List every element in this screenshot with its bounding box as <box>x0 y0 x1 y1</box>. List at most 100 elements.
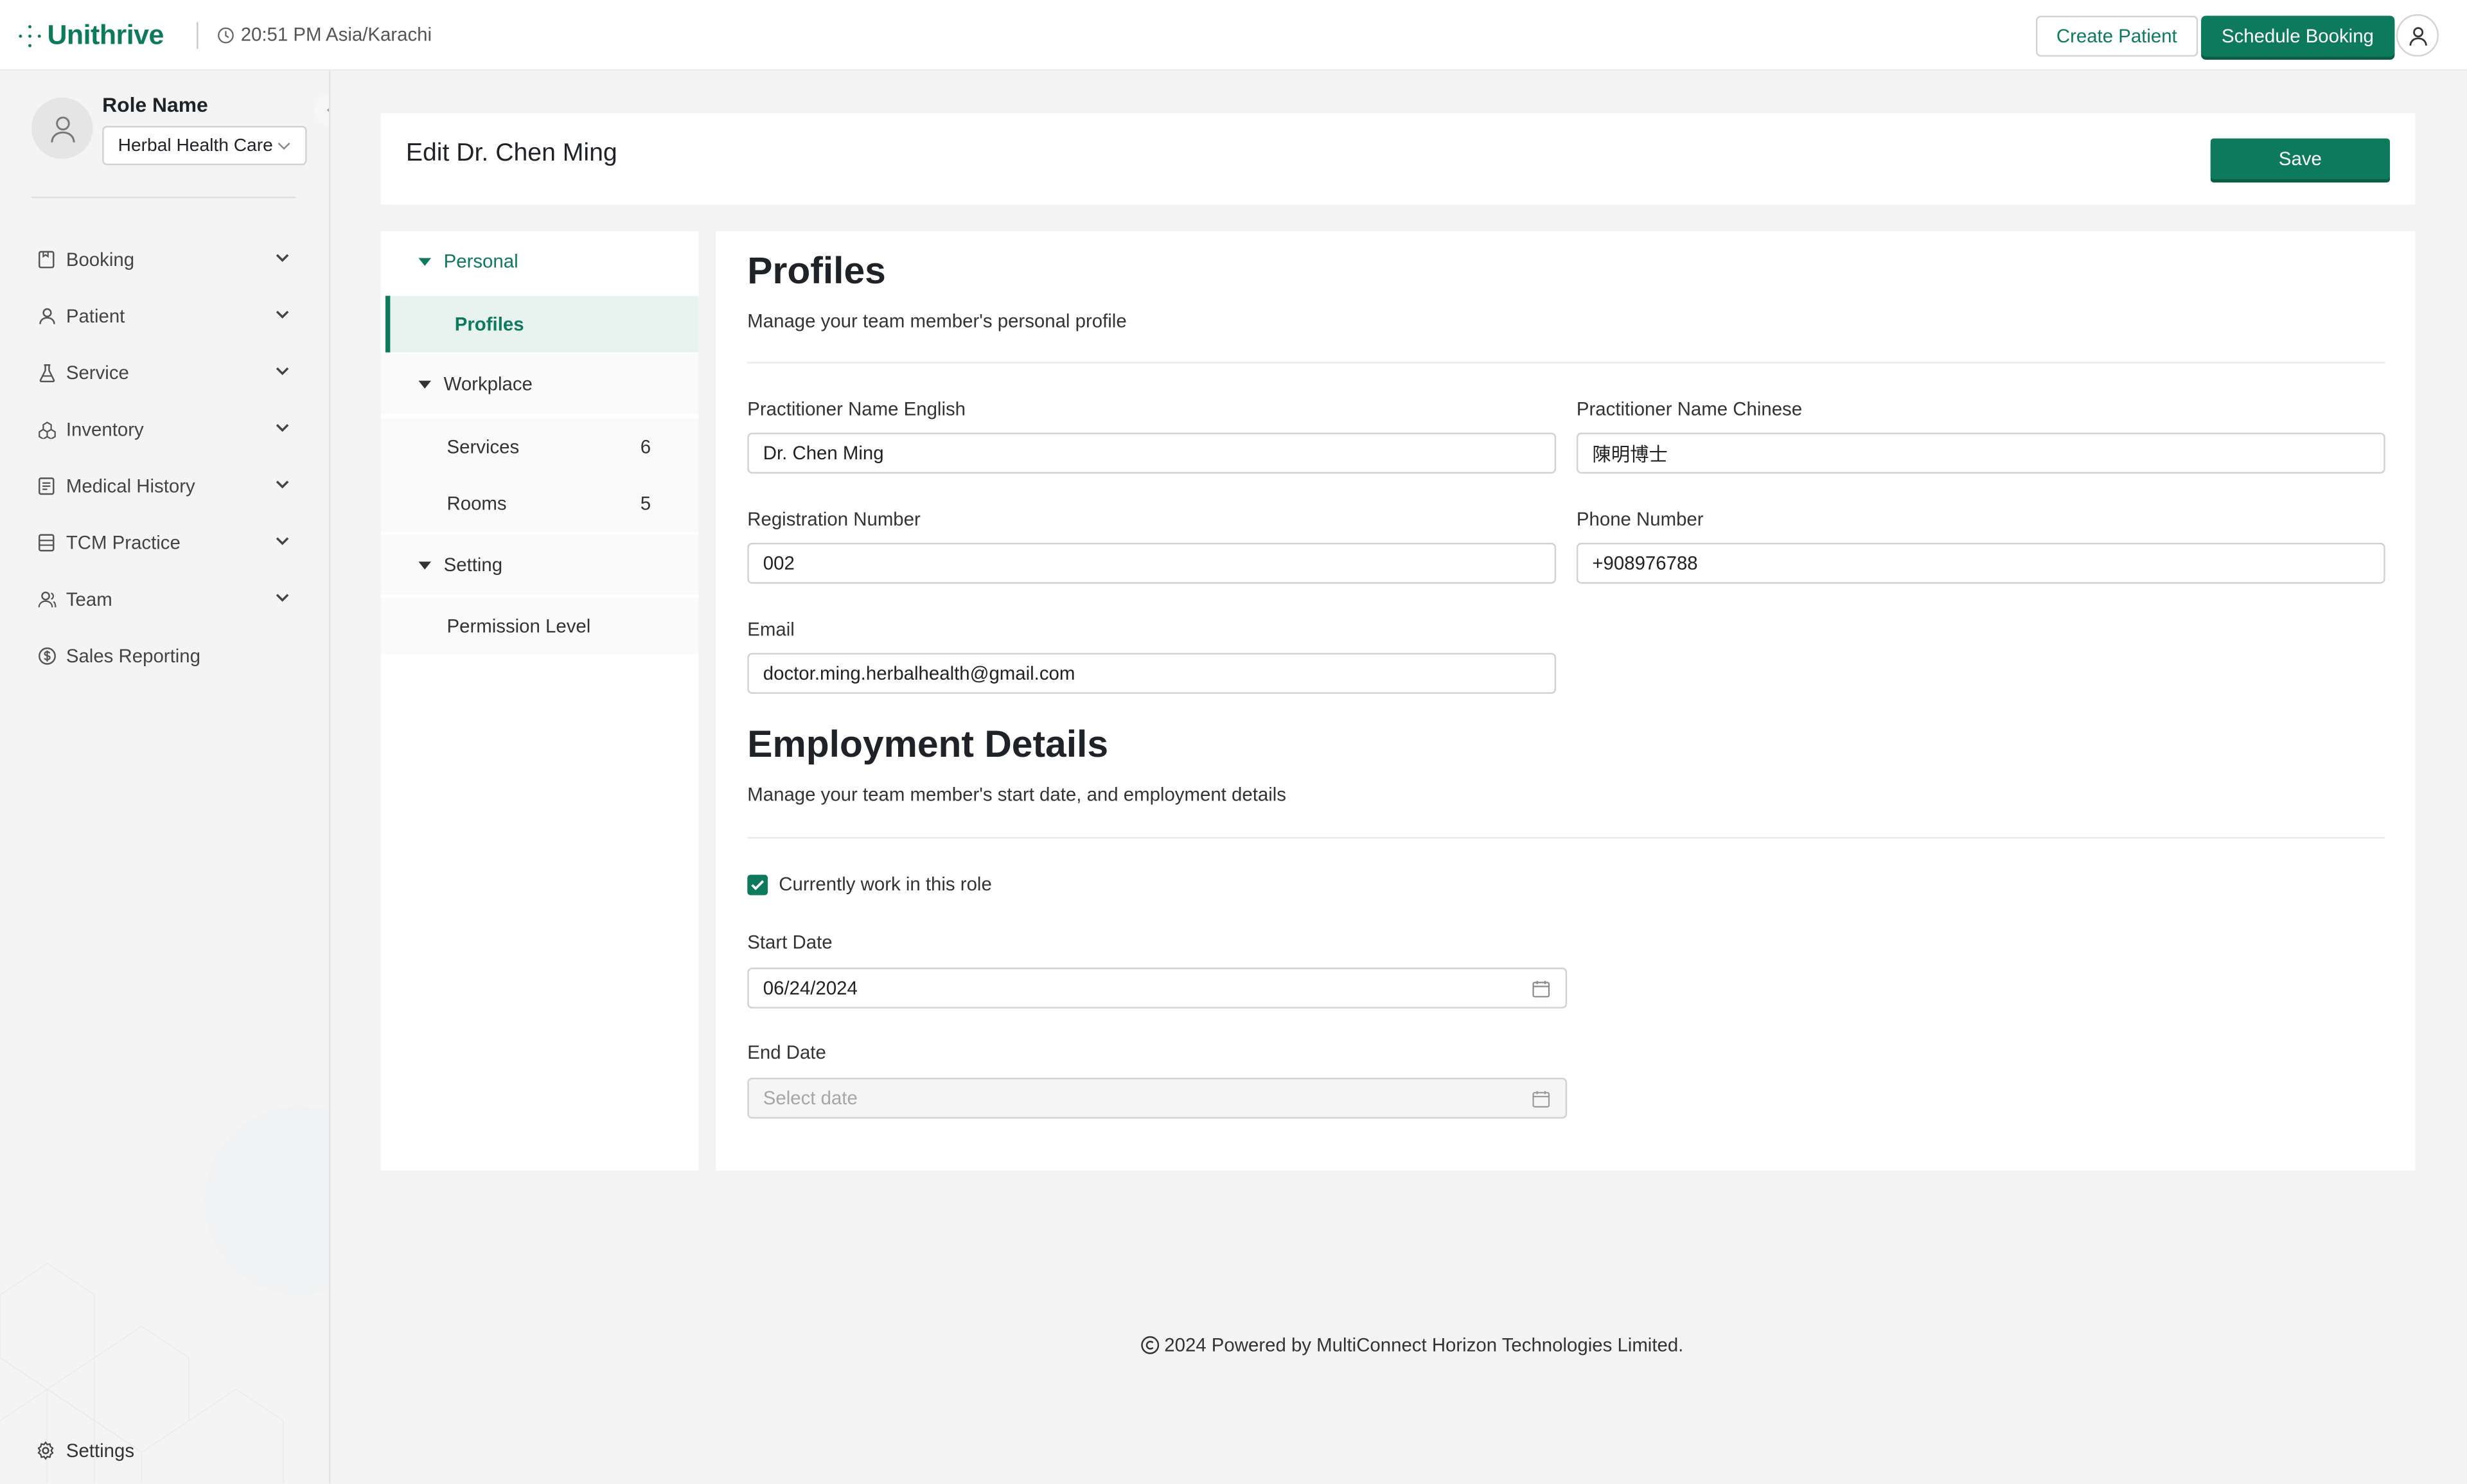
chevron-down-icon <box>278 141 290 149</box>
name-chinese-label: Practitioner Name Chinese <box>1576 398 1803 420</box>
sidebar-settings[interactable]: Settings <box>36 1440 134 1462</box>
sidebar-item-label: Team <box>66 588 112 611</box>
copyright-icon <box>1141 1336 1160 1354</box>
services-count: 6 <box>640 436 651 458</box>
current-role-checkbox-row[interactable]: Currently work in this role <box>747 873 992 895</box>
sidebar-item-label: Patient <box>66 305 125 328</box>
section-group-personal[interactable]: Personal <box>380 231 699 292</box>
time-text: 20:51 PM Asia/Karachi <box>240 23 432 46</box>
avatar-user-icon <box>50 116 75 142</box>
sidebar-item-label: Sales Reporting <box>66 645 200 667</box>
clinic-select[interactable]: Herbal Health Care <box>102 125 307 166</box>
chevron-down-icon <box>276 310 289 319</box>
phone-number-input[interactable]: +908976788 <box>1576 542 2385 584</box>
email-label: Email <box>747 618 795 640</box>
medical-history-icon <box>38 477 57 495</box>
save-button[interactable]: Save <box>2210 138 2391 180</box>
sidebar-item-patient[interactable]: Patient <box>0 293 329 340</box>
background-pattern <box>0 1106 329 1484</box>
current-role-label: Currently work in this role <box>779 873 992 896</box>
collapse-sidebar-button[interactable] <box>314 94 329 126</box>
employment-heading: Employment Details <box>747 723 1109 766</box>
employment-subtitle: Manage your team member's start date, an… <box>747 783 1286 806</box>
calendar-icon <box>1532 1091 1550 1108</box>
registration-number-label: Registration Number <box>747 508 921 531</box>
chevron-down-icon <box>276 537 289 545</box>
sidebar-divider <box>31 197 296 199</box>
end-date-placeholder: Select date <box>763 1087 858 1109</box>
sidebar: Role Name Herbal Health Care Booking Pat… <box>0 71 331 1484</box>
brand-name: Unithrive <box>47 19 164 51</box>
flask-icon <box>38 364 57 383</box>
brand-logo[interactable]: Unithrive <box>19 19 164 51</box>
current-time: 20:51 PM Asia/Karachi <box>217 24 432 46</box>
practice-icon <box>38 533 57 552</box>
section-item-label: Profiles <box>454 313 524 335</box>
email-input[interactable]: doctor.ming.herbalhealth@gmail.com <box>747 653 1557 694</box>
role-name: Role Name <box>102 93 208 117</box>
page-header: Edit Dr. Chen Ming Save <box>380 113 2416 205</box>
profiles-heading: Profiles <box>747 250 886 293</box>
registration-number-input[interactable]: 002 <box>747 542 1557 584</box>
section-item-label: Services <box>447 436 520 458</box>
sidebar-item-label: Medical History <box>66 475 195 497</box>
end-date-label: End Date <box>747 1041 826 1064</box>
section-nav: Personal Profiles Workplace Services 6 R… <box>380 231 699 1171</box>
user-icon <box>38 307 57 326</box>
sidebar-item-sales-reporting[interactable]: Sales Reporting <box>0 632 329 679</box>
section-divider <box>747 836 2385 839</box>
calendar-icon <box>1532 980 1550 998</box>
sidebar-item-booking[interactable]: Booking <box>0 236 329 283</box>
end-date-input[interactable]: Select date <box>747 1077 1568 1119</box>
chevron-down-icon <box>276 594 289 602</box>
section-divider <box>747 362 2385 364</box>
sidebar-item-medical-history[interactable]: Medical History <box>0 463 329 509</box>
section-item-permission-level[interactable]: Permission Level <box>380 597 699 655</box>
clock-icon <box>218 26 234 43</box>
clinic-select-value: Herbal Health Care <box>118 136 273 155</box>
section-group-workplace[interactable]: Workplace <box>380 354 699 414</box>
start-date-input[interactable]: 06/24/2024 <box>747 967 1568 1009</box>
profile-avatar[interactable] <box>31 97 93 159</box>
section-item-services[interactable]: Services 6 <box>380 418 699 475</box>
dollar-icon <box>38 647 57 666</box>
profile-form: Profiles Manage your team member's perso… <box>716 231 2416 1171</box>
booking-icon <box>38 250 57 269</box>
section-item-profiles[interactable]: Profiles <box>385 296 699 353</box>
user-menu-button[interactable] <box>2396 14 2439 57</box>
name-chinese-input[interactable]: 陳明博士 <box>1576 432 2385 474</box>
top-bar: Unithrive 20:51 PM Asia/Karachi Create P… <box>0 0 2467 71</box>
footer-text: 2024 Powered by MultiConnect Horizon Tec… <box>1164 1334 1684 1357</box>
sidebar-item-service[interactable]: Service <box>0 349 329 396</box>
caret-down-icon <box>418 380 432 388</box>
sidebar-item-label: Booking <box>66 248 135 271</box>
chevron-left-icon <box>326 108 329 112</box>
phone-number-label: Phone Number <box>1576 508 1704 531</box>
name-english-input[interactable]: Dr. Chen Ming <box>747 432 1557 474</box>
create-patient-button[interactable]: Create Patient <box>2036 15 2198 57</box>
name-english-label: Practitioner Name English <box>747 398 966 420</box>
rooms-count: 5 <box>640 492 651 515</box>
section-group-label: Setting <box>443 554 503 576</box>
sidebar-item-tcm-practice[interactable]: TCM Practice <box>0 519 329 566</box>
section-item-rooms[interactable]: Rooms 5 <box>380 475 699 532</box>
section-group-label: Personal <box>443 250 518 272</box>
sidebar-item-team[interactable]: Team <box>0 576 329 623</box>
chevron-down-icon <box>276 481 289 489</box>
checkmark-icon <box>751 879 765 890</box>
caret-down-icon <box>418 257 432 265</box>
sidebar-item-inventory[interactable]: Inventory <box>0 406 329 453</box>
schedule-booking-button[interactable]: Schedule Booking <box>2201 15 2394 57</box>
brand-dots-icon <box>19 24 42 48</box>
page-title: Edit Dr. Chen Ming <box>405 139 617 167</box>
caret-down-icon <box>418 561 432 569</box>
section-group-setting[interactable]: Setting <box>380 534 699 595</box>
current-role-checkbox[interactable] <box>747 874 768 895</box>
chevron-down-icon <box>276 367 289 376</box>
top-divider <box>197 22 199 49</box>
start-date-label: Start Date <box>747 931 833 954</box>
settings-label: Settings <box>66 1439 135 1462</box>
sidebar-item-label: Inventory <box>66 418 144 441</box>
app-root: Unithrive 20:51 PM Asia/Karachi Create P… <box>0 0 2467 1484</box>
section-item-label: Rooms <box>447 492 507 515</box>
